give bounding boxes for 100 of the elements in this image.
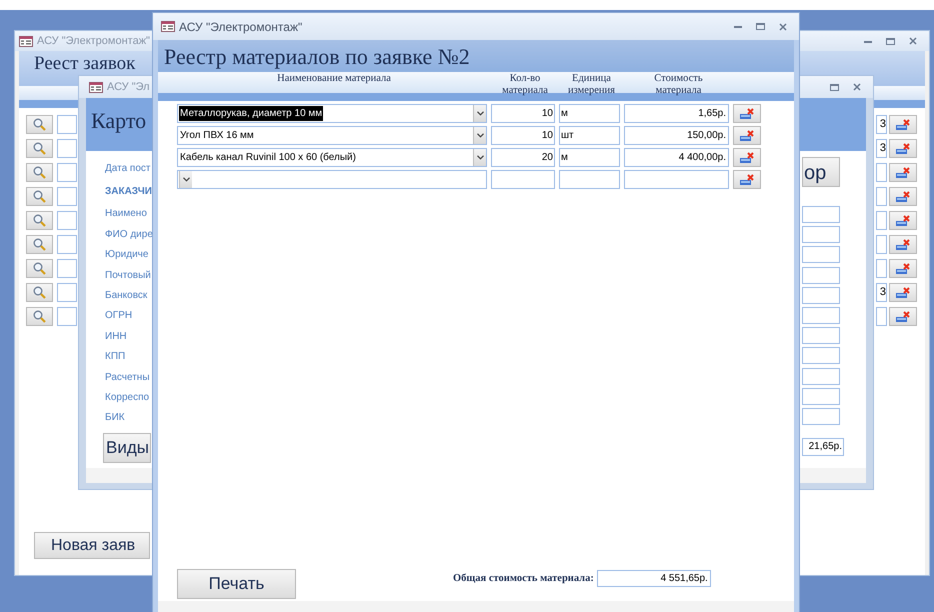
delete-button[interactable] <box>889 283 917 302</box>
unit-field[interactable] <box>559 170 620 189</box>
minimize-icon[interactable] <box>864 40 872 42</box>
maximize-icon[interactable] <box>756 23 765 30</box>
quantity-field[interactable]: 20 <box>491 148 555 167</box>
close-icon[interactable] <box>853 83 861 91</box>
material-name: Металлорукав, диаметр 10 мм <box>179 106 324 121</box>
close-icon[interactable] <box>779 22 787 30</box>
report-button[interactable]: ор <box>802 157 840 187</box>
input-field[interactable] <box>802 206 840 223</box>
delete-button[interactable] <box>889 307 917 326</box>
unit-field[interactable]: шт <box>559 126 620 145</box>
magnifier-icon <box>33 166 46 179</box>
input-field[interactable] <box>802 246 840 264</box>
delete-button[interactable] <box>889 211 917 230</box>
delete-record-icon <box>895 166 911 178</box>
quantity-field[interactable]: 10 <box>491 104 555 123</box>
view-button[interactable] <box>26 259 53 278</box>
delete-record-icon <box>895 238 911 250</box>
input-field[interactable] <box>802 388 840 405</box>
delete-button[interactable] <box>733 104 761 123</box>
magnifier-icon <box>33 262 46 275</box>
input-field[interactable] <box>876 163 887 182</box>
input-field[interactable] <box>876 187 887 206</box>
input-field[interactable] <box>876 235 887 254</box>
input-field[interactable] <box>57 235 77 254</box>
quantity-field[interactable]: 10 <box>491 126 555 145</box>
input-field[interactable] <box>802 266 840 284</box>
view-button[interactable] <box>26 187 53 206</box>
unit-field[interactable]: м <box>559 148 620 167</box>
maximize-icon[interactable] <box>830 84 839 90</box>
delete-button[interactable] <box>889 187 917 206</box>
input-field[interactable] <box>57 211 77 230</box>
delete-button[interactable] <box>889 115 917 134</box>
print-button[interactable]: Печать <box>177 569 296 599</box>
delete-button[interactable] <box>733 170 761 189</box>
delete-record-icon <box>895 214 911 226</box>
field-label: КПП <box>105 350 126 364</box>
input-field[interactable] <box>802 226 840 244</box>
input-field[interactable] <box>802 327 840 344</box>
cost-field[interactable]: 1,65р. <box>624 104 729 123</box>
field-label: БИК <box>105 411 125 426</box>
view-button[interactable] <box>26 163 53 182</box>
delete-record-icon <box>895 118 911 130</box>
input-field[interactable] <box>876 259 887 278</box>
material-combo[interactable]: Металлорукав, диаметр 10 мм <box>177 104 487 123</box>
field-label: Почтовый <box>105 268 151 283</box>
column-header: Кол-во материала <box>501 72 549 93</box>
delete-record-icon <box>895 142 911 154</box>
input-field[interactable] <box>802 347 840 364</box>
material-name: Кабель канал Ruvinil 100 x 60 (белый) <box>179 151 357 165</box>
input-field[interactable] <box>57 139 77 158</box>
material-combo[interactable]: Угол ПВХ 16 мм <box>177 126 487 145</box>
view-button[interactable] <box>26 283 53 302</box>
delete-button[interactable] <box>733 126 761 145</box>
delete-record-icon <box>739 152 755 164</box>
input-field[interactable] <box>876 211 887 230</box>
input-field[interactable] <box>57 307 77 326</box>
input-field[interactable] <box>802 306 840 324</box>
input-field[interactable] <box>57 283 77 302</box>
delete-record-icon <box>739 174 755 186</box>
input-field[interactable] <box>57 187 77 206</box>
form-heading: Реестр материалов по заявке №2 <box>164 42 470 71</box>
cost-field[interactable]: 150,00р. <box>624 126 729 145</box>
field-label: ИНН <box>105 330 127 344</box>
magnifier-icon <box>33 238 46 251</box>
delete-button[interactable] <box>733 148 761 167</box>
maximize-icon[interactable] <box>886 38 895 44</box>
delete-button[interactable] <box>889 139 917 158</box>
input-field[interactable]: 3 <box>876 139 887 158</box>
view-button[interactable] <box>26 235 53 254</box>
input-field[interactable] <box>802 408 840 425</box>
field-label: Расчетны <box>105 370 150 385</box>
view-button[interactable] <box>26 307 53 326</box>
delete-button[interactable] <box>889 235 917 254</box>
magnifier-icon <box>33 310 46 323</box>
input-field[interactable] <box>57 115 77 134</box>
input-field[interactable] <box>876 307 887 326</box>
new-request-button[interactable]: Новая заяв <box>34 532 150 559</box>
delete-button[interactable] <box>889 163 917 182</box>
input-field[interactable] <box>802 286 840 304</box>
quantity-field[interactable] <box>491 170 555 189</box>
types-button[interactable]: Виды <box>103 432 151 463</box>
input-field[interactable]: 3 <box>876 283 887 302</box>
view-button[interactable] <box>26 211 53 230</box>
input-field[interactable] <box>57 259 77 278</box>
unit-field[interactable]: м <box>559 104 620 123</box>
window-title: АСУ "Электромонтаж" <box>179 18 302 36</box>
delete-button[interactable] <box>889 259 917 278</box>
input-field[interactable] <box>802 368 840 384</box>
form-heading: Реест заявок <box>34 54 136 74</box>
view-button[interactable] <box>26 139 53 158</box>
view-button[interactable] <box>26 115 53 134</box>
input-field[interactable]: 3 <box>876 115 887 134</box>
cost-field[interactable] <box>624 170 729 189</box>
close-icon[interactable] <box>909 37 917 45</box>
material-combo[interactable]: Кабель канал Ruvinil 100 x 60 (белый) <box>177 148 487 167</box>
minimize-icon[interactable] <box>734 25 742 28</box>
cost-field[interactable]: 4 400,00р. <box>624 148 729 167</box>
input-field[interactable] <box>57 163 77 182</box>
